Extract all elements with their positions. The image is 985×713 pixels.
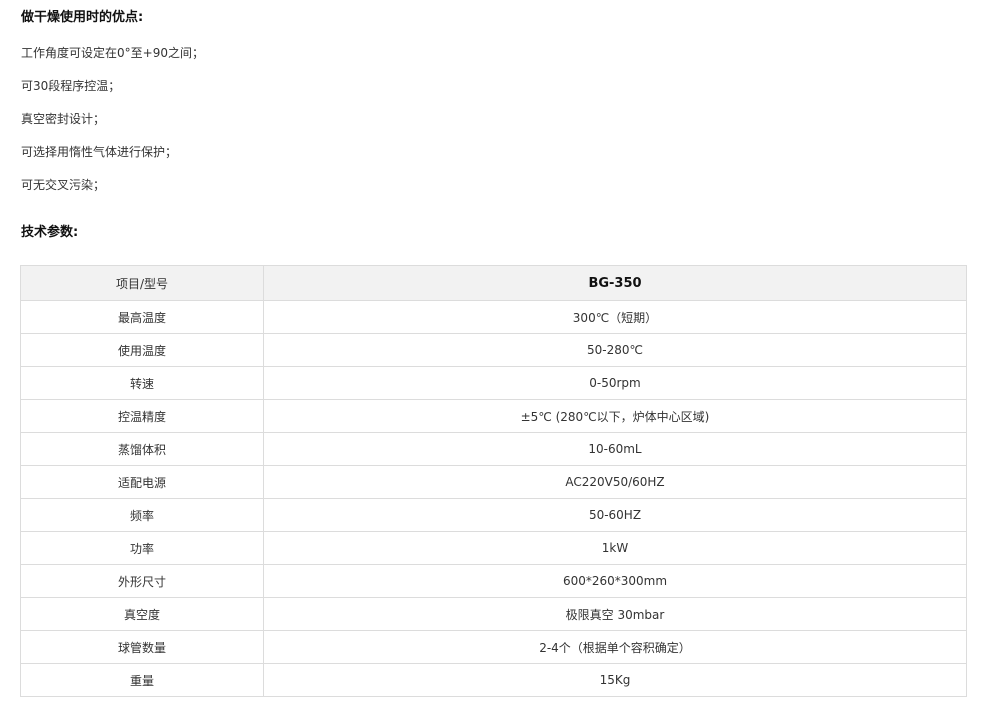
row-value: 50-60HZ <box>263 498 967 532</box>
row-value: 0-50rpm <box>263 366 967 400</box>
row-label: 外形尺寸 <box>20 564 264 598</box>
table-row: 频率 50-60HZ <box>20 498 967 532</box>
row-value: 15Kg <box>263 663 967 697</box>
advantage-item: 可30段程序控温； <box>21 79 121 93</box>
row-value: 2-4个（根据单个容积确定） <box>263 630 967 664</box>
table-row: 使用温度 50-280℃ <box>20 333 967 367</box>
header-model-cell: BG-350 <box>263 265 967 301</box>
advantage-item: 真空密封设计； <box>21 112 106 126</box>
row-label: 真空度 <box>20 597 264 631</box>
table-row: 最高温度 300℃（短期） <box>20 300 967 334</box>
spec-table: 项目/型号 BG-350 最高温度 300℃（短期） 使用温度 50-280℃ … <box>20 265 967 697</box>
row-label: 球管数量 <box>20 630 264 664</box>
row-label: 转速 <box>20 366 264 400</box>
row-label: 使用温度 <box>20 333 264 367</box>
row-value: 1kW <box>263 531 967 565</box>
table-row: 球管数量 2-4个（根据单个容积确定） <box>20 630 967 664</box>
table-row: 控温精度 ±5℃ (280℃以下，炉体中心区域) <box>20 399 967 433</box>
row-value: ±5℃ (280℃以下，炉体中心区域) <box>263 399 967 433</box>
row-value: 50-280℃ <box>263 333 967 367</box>
table-row: 蒸馏体积 10-60mL <box>20 432 967 466</box>
row-label: 功率 <box>20 531 264 565</box>
row-label: 频率 <box>20 498 264 532</box>
advantage-item: 可选择用惰性气体进行保护； <box>21 145 178 159</box>
advantages-heading: 做干燥使用时的优点: <box>21 10 144 25</box>
row-value: 极限真空 30mbar <box>263 597 967 631</box>
row-value: AC220V50/60HZ <box>263 465 967 499</box>
table-row: 外形尺寸 600*260*300mm <box>20 564 967 598</box>
page: 做干燥使用时的优点: 工作角度可设定在0°至+90之间； 可30段程序控温； 真… <box>0 0 985 713</box>
table-row: 功率 1kW <box>20 531 967 565</box>
row-value: 600*260*300mm <box>263 564 967 598</box>
header-label-cell: 项目/型号 <box>20 265 264 301</box>
row-label: 适配电源 <box>20 465 264 499</box>
table-row: 适配电源 AC220V50/60HZ <box>20 465 967 499</box>
row-label: 蒸馏体积 <box>20 432 264 466</box>
advantage-item: 工作角度可设定在0°至+90之间； <box>21 46 204 60</box>
row-label: 控温精度 <box>20 399 264 433</box>
row-value: 300℃（短期） <box>263 300 967 334</box>
row-value: 10-60mL <box>263 432 967 466</box>
row-label: 最高温度 <box>20 300 264 334</box>
specs-heading: 技术参数: <box>21 225 79 240</box>
table-row: 真空度 极限真空 30mbar <box>20 597 967 631</box>
table-row: 转速 0-50rpm <box>20 366 967 400</box>
row-label: 重量 <box>20 663 264 697</box>
table-row: 重量 15Kg <box>20 663 967 697</box>
table-header-row: 项目/型号 BG-350 <box>20 265 967 301</box>
advantage-item: 可无交叉污染； <box>21 178 106 192</box>
